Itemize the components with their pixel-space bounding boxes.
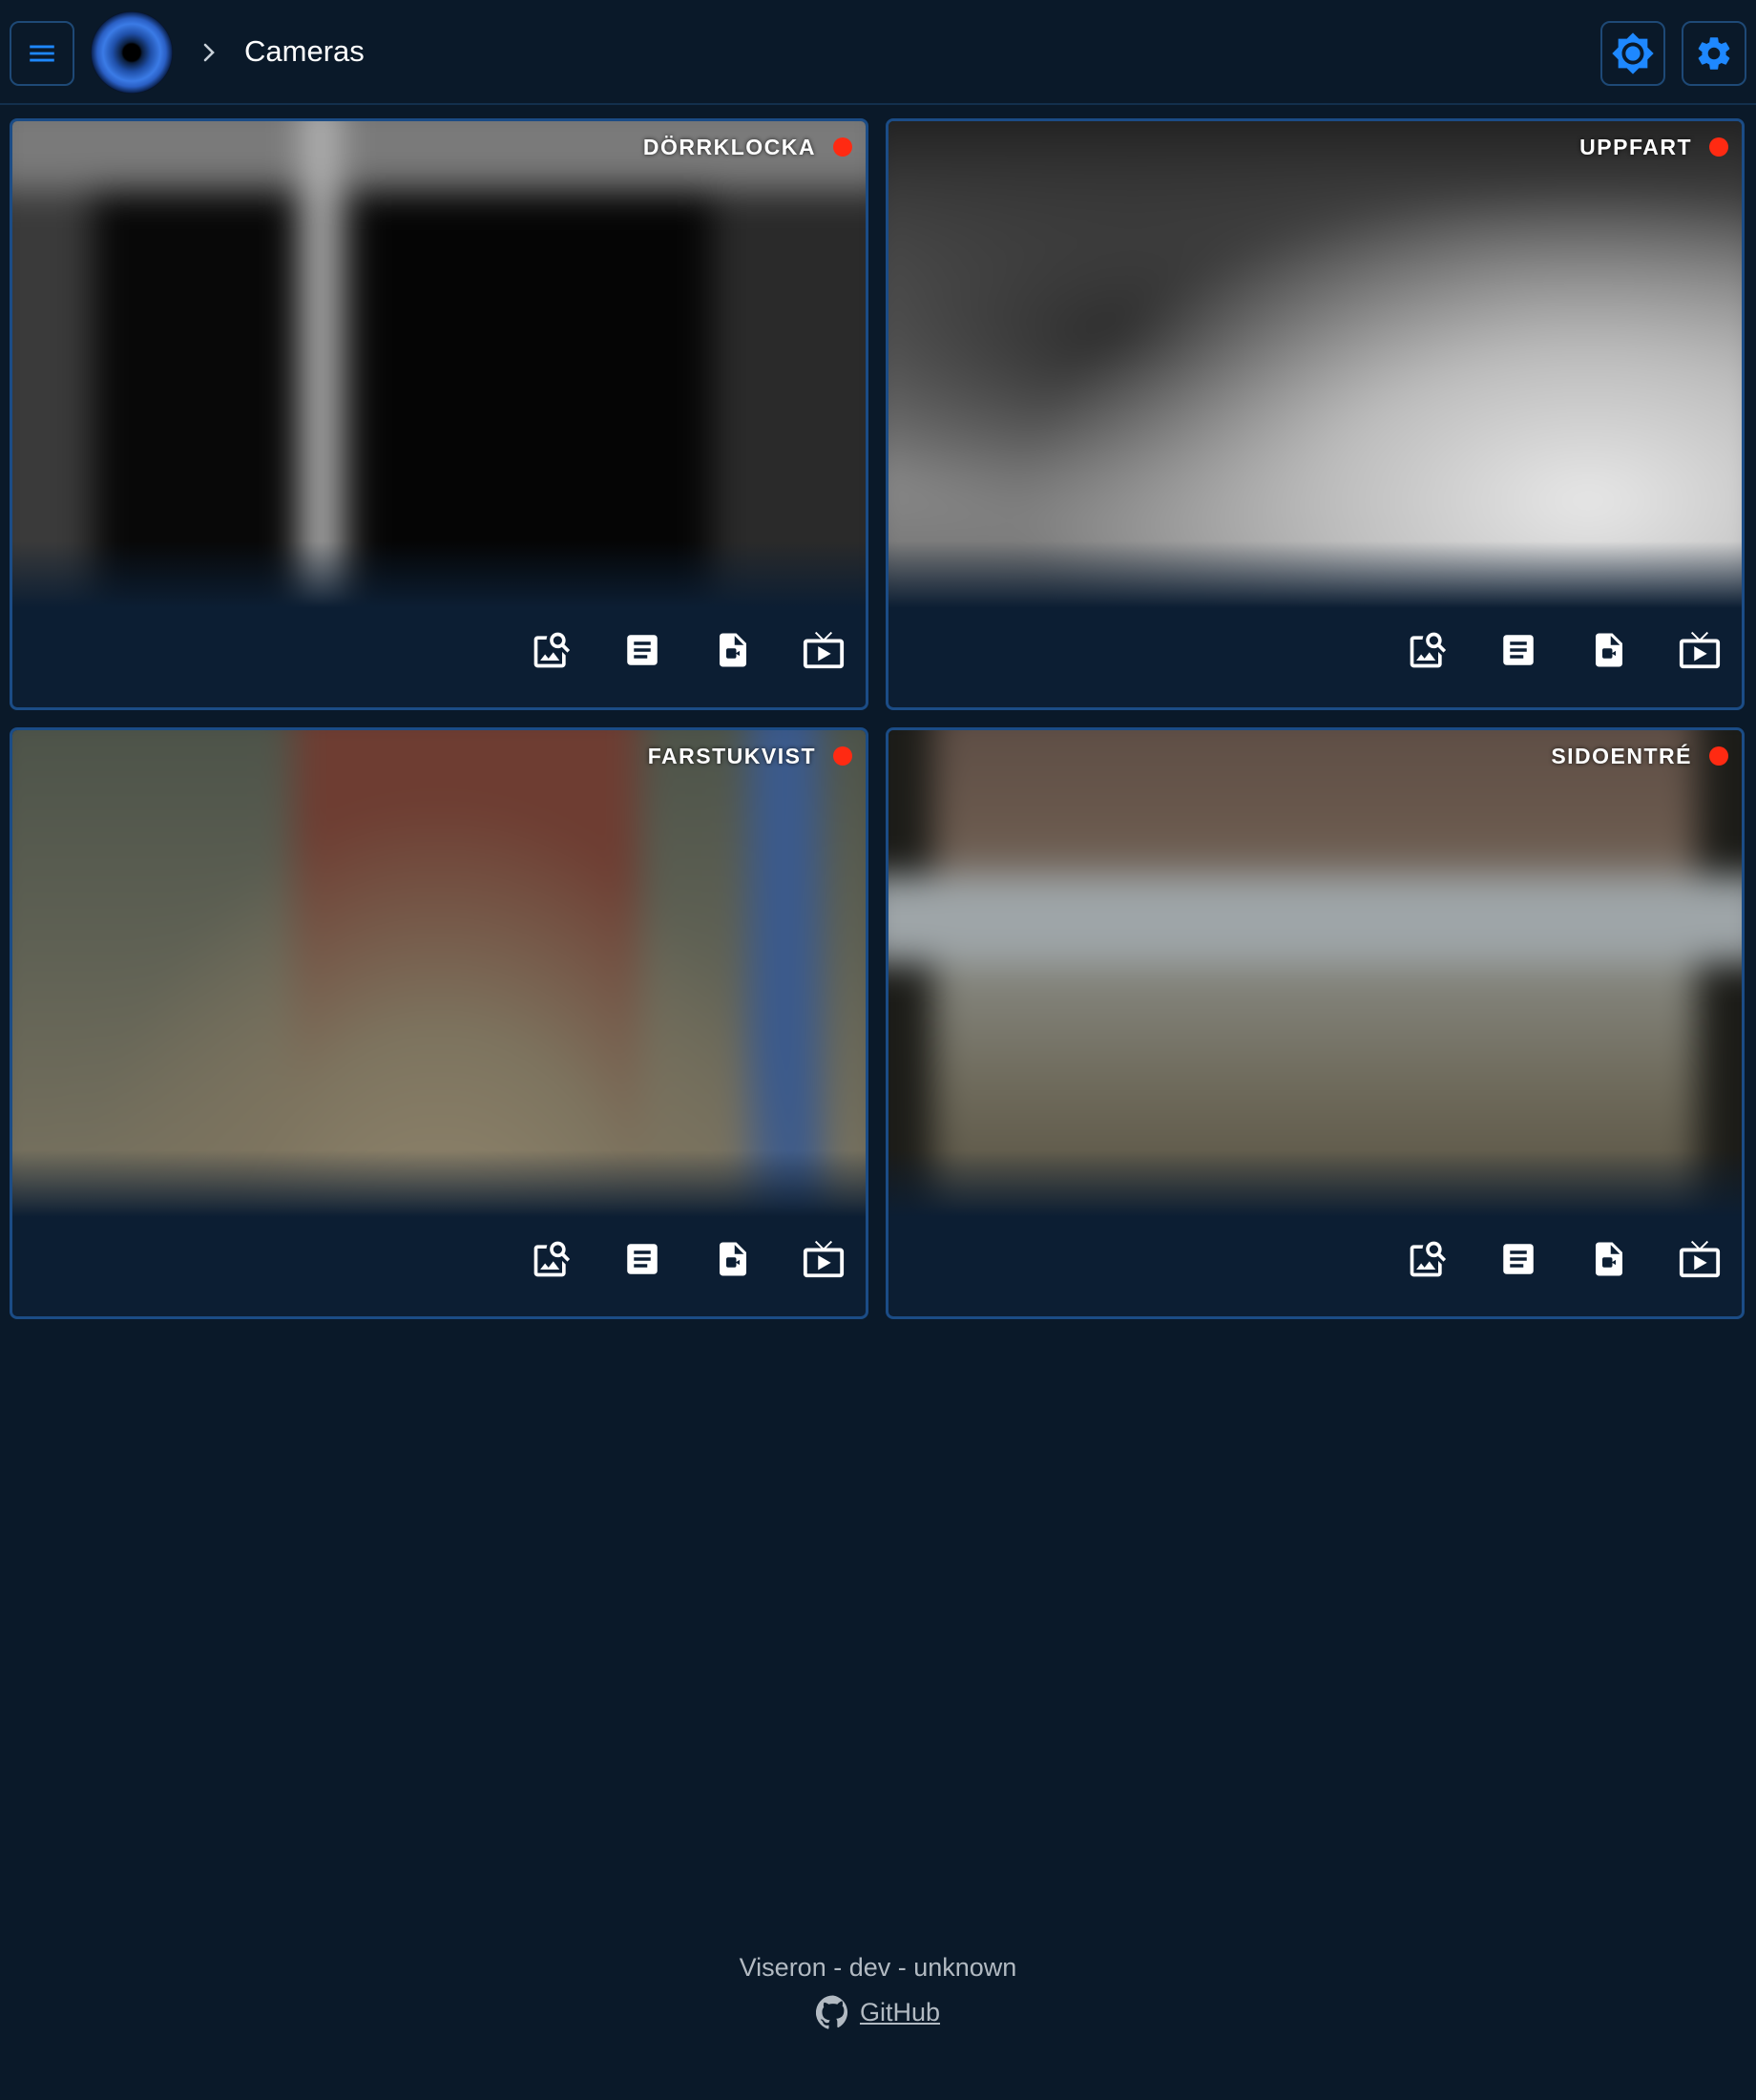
camera-name: SIDOENTRÉ	[1551, 744, 1692, 768]
camera-name: UPPFART	[1579, 135, 1692, 159]
camera-snapshot[interactable]: SIDOENTRÉ	[888, 730, 1742, 1217]
live-view-button[interactable]	[1677, 627, 1723, 673]
events-button[interactable]	[619, 1236, 665, 1282]
video-file-icon	[1596, 633, 1622, 667]
events-list-icon	[1503, 1244, 1534, 1274]
card-actions	[529, 1236, 847, 1282]
live-view-button[interactable]	[1677, 1236, 1723, 1282]
live-tv-icon	[803, 631, 845, 669]
card-actions	[1405, 1236, 1723, 1282]
brightness-icon	[1612, 32, 1654, 74]
live-tv-icon	[1679, 1240, 1721, 1278]
camera-snapshot[interactable]: FARSTUKVIST	[12, 730, 866, 1217]
events-list-icon	[627, 635, 658, 665]
recordings-button[interactable]	[710, 1236, 756, 1282]
video-file-icon	[720, 1242, 746, 1276]
recordings-button[interactable]	[1586, 627, 1632, 673]
recording-indicator	[833, 746, 852, 766]
camera-card: SIDOENTRÉ	[886, 727, 1745, 1319]
camera-card: FARSTUKVIST	[10, 727, 868, 1319]
recordings-button[interactable]	[710, 627, 756, 673]
footer-links: GitHub	[0, 1995, 1756, 2036]
github-icon	[815, 1995, 847, 2029]
recording-indicator	[1709, 746, 1728, 766]
snapshots-button[interactable]	[1405, 627, 1451, 673]
settings-button[interactable]	[1682, 21, 1746, 86]
snapshots-button[interactable]	[1405, 1236, 1451, 1282]
video-file-icon	[720, 633, 746, 667]
recording-indicator	[833, 137, 852, 157]
image-search-icon	[533, 632, 571, 668]
snapshots-button[interactable]	[529, 627, 575, 673]
camera-card: UPPFART	[886, 118, 1745, 710]
breadcrumb-cameras[interactable]: Cameras	[244, 34, 365, 69]
image-search-icon	[533, 1241, 571, 1277]
live-tv-icon	[803, 1240, 845, 1278]
snapshots-button[interactable]	[529, 1236, 575, 1282]
chevron-right-icon	[203, 43, 215, 62]
recordings-button[interactable]	[1586, 1236, 1632, 1282]
video-file-icon	[1596, 1242, 1622, 1276]
events-button[interactable]	[1495, 1236, 1541, 1282]
menu-button[interactable]	[10, 21, 74, 86]
github-link-label: GitHub	[859, 1997, 941, 2026]
card-actions	[529, 627, 847, 673]
events-button[interactable]	[619, 627, 665, 673]
github-link[interactable]: GitHub	[815, 1995, 941, 2029]
camera-snapshot[interactable]: DÖRRKLOCKA	[12, 121, 866, 608]
live-view-button[interactable]	[801, 627, 847, 673]
camera-snapshot[interactable]: UPPFART	[888, 121, 1742, 608]
events-list-icon	[1503, 635, 1534, 665]
eye-logo[interactable]	[91, 11, 173, 94]
card-actions	[1405, 627, 1723, 673]
recording-indicator	[1709, 137, 1728, 157]
app-header: Cameras	[0, 0, 1756, 105]
image-search-icon	[1410, 632, 1447, 668]
gear-icon	[1698, 37, 1730, 70]
camera-name: DÖRRKLOCKA	[642, 135, 816, 159]
camera-name: FARSTUKVIST	[647, 744, 816, 768]
camera-card: DÖRRKLOCKA	[10, 118, 868, 710]
events-list-icon	[627, 1244, 658, 1274]
version-text: Viseron - dev - unknown	[739, 1953, 1017, 1982]
theme-toggle-button[interactable]	[1600, 21, 1665, 86]
live-tv-icon	[1679, 631, 1721, 669]
events-button[interactable]	[1495, 627, 1541, 673]
image-search-icon	[1410, 1241, 1447, 1277]
menu-icon	[30, 45, 54, 62]
live-view-button[interactable]	[801, 1236, 847, 1282]
